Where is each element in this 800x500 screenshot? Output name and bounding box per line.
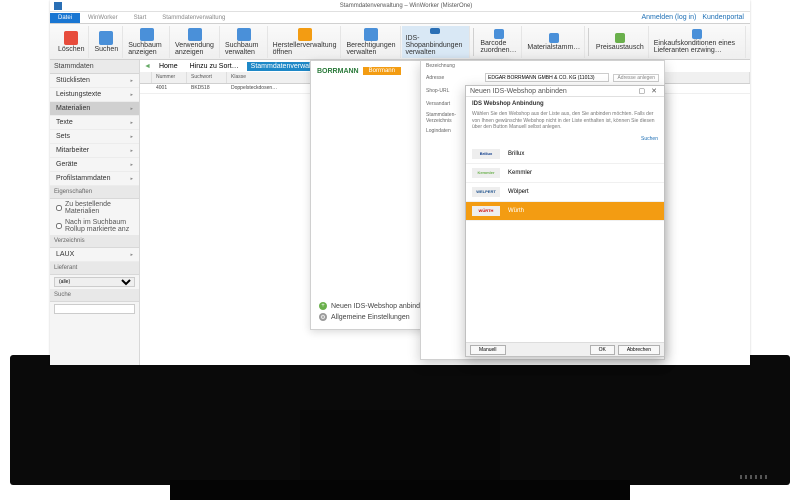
- ribbon-barcode[interactable]: Barcode zuordnen…: [476, 26, 522, 58]
- dialog-title: IDS Webshop Anbindung: [466, 97, 664, 111]
- vendor-wölpert[interactable]: WELPERT Wölpert: [466, 183, 664, 202]
- ribbon-delete[interactable]: Löschen: [54, 26, 89, 58]
- portal-link[interactable]: Kundenportal: [702, 14, 744, 21]
- ribbon-folder[interactable]: Herstellerverwaltung öffnen: [269, 26, 342, 58]
- lock-icon: [364, 28, 378, 41]
- vendor-label: Würth: [508, 208, 524, 214]
- vendor-name: Borrmann: [363, 67, 401, 75]
- delete-icon: [64, 31, 78, 45]
- sidebar-item-leistungstexte[interactable]: Leistungstexte▸: [50, 88, 139, 102]
- sidebar-brand[interactable]: LAUX▸: [50, 248, 139, 262]
- vendor-label: Wölpert: [508, 189, 529, 195]
- cart-icon: [692, 29, 702, 39]
- webshop-dialog: Neuen IDS-Webshop anbinden ▢✕ IDS Websho…: [465, 85, 665, 357]
- sidebar-search-label: Suche: [50, 289, 139, 302]
- sidebar-item-geräte[interactable]: Geräte▸: [50, 158, 139, 172]
- ribbon-import[interactable]: Materialstamm…: [523, 26, 585, 58]
- adresse-input[interactable]: [485, 73, 609, 82]
- vendor-logo-icon: WELPERT: [472, 187, 500, 197]
- sidebar-item-texte[interactable]: Texte▸: [50, 116, 139, 130]
- tab-stammdaten[interactable]: Stammdatenverwaltung: [154, 13, 233, 23]
- vendor-logo-icon: WÜRTH: [472, 206, 500, 216]
- ribbon-usage[interactable]: Verwendung anzeigen: [171, 26, 220, 58]
- search-icon: [99, 31, 113, 45]
- vendor-list: Brillux Brillux Kemmler Kemmler WELPERT Wölpe…: [466, 145, 664, 221]
- vendor-kemmler[interactable]: Kemmler Kemmler: [466, 164, 664, 183]
- sidebar-props-header: Eigenschaften: [50, 186, 139, 199]
- close-icon[interactable]: ✕: [648, 88, 660, 95]
- lbl-adresse: Adresse: [426, 75, 481, 81]
- barcode-icon: [494, 29, 504, 39]
- tab-file[interactable]: Datei: [50, 13, 80, 23]
- sidebar-lieferant-label: Lieferant: [50, 262, 139, 275]
- bc-home[interactable]: Home: [155, 62, 182, 71]
- ribbon-searchlist-manage[interactable]: Suchbaum verwalten: [221, 26, 268, 58]
- sidebar: Stammdaten Stücklisten▸Leistungstexte▸Ma…: [50, 60, 140, 365]
- dialog-search-link[interactable]: Suchen: [641, 136, 658, 142]
- ok-button[interactable]: OK: [590, 345, 615, 355]
- vendor-würth[interactable]: WÜRTH Würth: [466, 202, 664, 221]
- col-number[interactable]: Nummer: [152, 72, 187, 83]
- ids-icon: [430, 28, 440, 34]
- lbl-bezeichnung: Bezeichnung: [426, 63, 481, 69]
- import-icon: [549, 33, 559, 43]
- manual-button[interactable]: Manuell: [470, 345, 506, 355]
- dialog-desc: Wählen Sie den Webshop aus der Liste aus…: [466, 111, 664, 135]
- sidebar-check1[interactable]: Zu bestellende Materialien: [50, 199, 139, 217]
- dialog-min-icon[interactable]: ▢: [636, 88, 649, 95]
- gear-icon: ⚙: [319, 313, 327, 321]
- vendor-logo-icon: Brillux: [472, 149, 500, 159]
- signin-link[interactable]: Anmelden (log in): [641, 14, 696, 21]
- ribbon-searchlist-show[interactable]: Suchbaum anzeigen: [124, 26, 170, 58]
- sidebar-item-profilstammdaten[interactable]: Profilstammdaten▸: [50, 172, 139, 186]
- app-icon: [54, 2, 62, 10]
- adresse-create-button[interactable]: Adresse anlegen: [613, 74, 659, 82]
- sidebar-verzeichnis: Verzeichnis: [50, 235, 139, 248]
- tree-icon: [140, 28, 154, 41]
- dialog-header: Neuen IDS-Webshop anbinden: [470, 88, 567, 95]
- sidebar-item-sets[interactable]: Sets▸: [50, 130, 139, 144]
- vendor-label: Kemmler: [508, 170, 532, 176]
- sidebar-item-materialien[interactable]: Materialien▸: [50, 102, 139, 116]
- general-settings-link[interactable]: ⚙Allgemeine Einstellungen: [319, 313, 428, 321]
- search-input[interactable]: [54, 304, 135, 314]
- sidebar-item-stücklisten[interactable]: Stücklisten▸: [50, 74, 139, 88]
- vendor-logo-icon: Kemmler: [472, 168, 500, 178]
- cancel-button[interactable]: Abbrechen: [618, 345, 660, 355]
- tab-start[interactable]: Start: [126, 13, 155, 23]
- plus-icon: +: [319, 302, 327, 310]
- vendor-logo: BORRMANN: [317, 68, 359, 75]
- titlebar: Stammdatenverwaltung – WinWorker (Mister…: [50, 0, 750, 12]
- manage-icon: [237, 28, 251, 41]
- main-area: ◄ Home Hinzu zu Sort… Stammdatenverwalt……: [140, 60, 750, 365]
- usage-icon: [188, 28, 202, 41]
- vendor-label: Brillux: [508, 151, 524, 157]
- col-keyword[interactable]: Suchwort: [187, 72, 227, 83]
- folder-icon: [298, 28, 312, 41]
- sidebar-item-mitarbeiter[interactable]: Mitarbeiter▸: [50, 144, 139, 158]
- ribbon-ids[interactable]: IDS-Shopanbindungen verwalten: [402, 26, 470, 58]
- ribbon: Löschen Suchen Suchbaum anzeigen Verwend…: [50, 24, 750, 60]
- header-links: Anmelden (log in) Kundenportal: [641, 14, 744, 21]
- window-title: Stammdatenverwaltung – WinWorker (Mister…: [66, 3, 746, 9]
- ribbon-permissions[interactable]: Berechtigungen verwalten: [342, 26, 400, 58]
- vendor-brillux[interactable]: Brillux Brillux: [466, 145, 664, 164]
- ribbon-price[interactable]: Preisaustausch: [592, 26, 649, 58]
- sidebar-check2[interactable]: Nach im Suchbaum Rollup markierte anz: [50, 217, 139, 235]
- ribbon-search[interactable]: Suchen: [90, 26, 123, 58]
- lieferant-select[interactable]: (alle): [54, 277, 135, 287]
- refresh-icon: [615, 33, 625, 43]
- sidebar-header: Stammdaten: [50, 60, 139, 74]
- ribbon-purchase[interactable]: Einkaufskonditionen eines Lieferanten er…: [650, 26, 746, 58]
- bc-1[interactable]: Hinzu zu Sort…: [186, 62, 243, 71]
- tab-winworker[interactable]: WinWorker: [80, 13, 126, 23]
- new-webshop-link[interactable]: +Neuen IDS-Webshop anbinden: [319, 302, 428, 310]
